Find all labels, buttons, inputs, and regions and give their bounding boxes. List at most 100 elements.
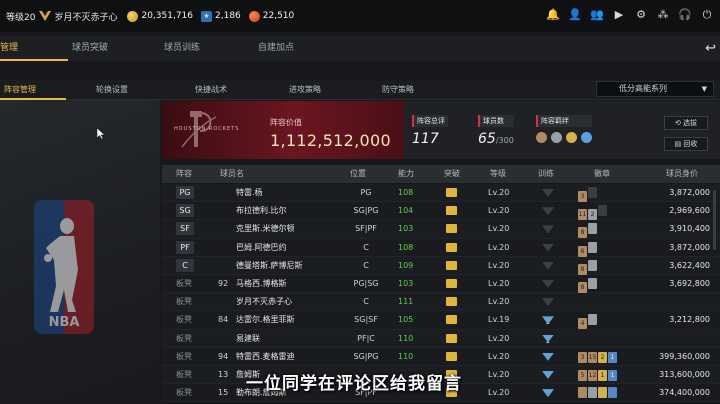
badge-icon[interactable]: 8 [578,227,587,239]
breakthrough-icon[interactable] [446,220,457,240]
header-badges[interactable]: 徽章 [594,165,610,183]
power-icon[interactable]: ⏻ [700,8,714,22]
badge-icon[interactable]: 1 [608,351,617,363]
table-row[interactable]: 板凳 岁月不灭赤子心 C 111 Lv.20 [162,293,720,313]
training-icon[interactable] [542,257,554,277]
player-name[interactable]: 特雷西.麦格雷迪 [236,348,295,366]
header-level[interactable]: 等级 [490,165,506,183]
header-name[interactable]: 球员名 [220,165,244,183]
header-salary[interactable]: 球员身价 [666,165,698,183]
subtab-quick-tactics[interactable]: 快捷战术 [162,79,258,100]
bond-icon[interactable] [566,132,577,143]
breakthrough-icon[interactable] [446,202,457,222]
friends-icon[interactable]: 👥 [590,8,604,22]
apps-icon[interactable]: ⁂ [656,8,670,22]
badge-icon[interactable]: 12 [588,369,597,381]
training-icon[interactable] [542,202,554,222]
player-name[interactable]: 特雷.杨 [236,184,263,202]
badge-icon[interactable]: 8 [578,263,587,275]
bond-icon[interactable] [551,132,562,143]
training-icon[interactable] [542,348,554,368]
player-name[interactable]: 布拉德利.比尔 [236,202,287,220]
badge-icon[interactable] [578,387,587,399]
tab-training[interactable]: 球员训练 [164,36,258,61]
table-row[interactable]: 板凳84达雷尔.格里菲斯SG|SF105Lv.19243,212,800 [162,311,720,331]
badges[interactable]: 3 15 2 1 [578,348,618,366]
gear-icon[interactable]: ⚙ [634,8,648,22]
header-training[interactable]: 训练 [538,165,554,183]
training-icon[interactable] [542,275,554,295]
headset-icon[interactable]: 🎧 [678,8,692,22]
header-ability[interactable]: 能力 [398,165,414,183]
player-name[interactable]: 德曼塔斯.萨博尼斯 [236,257,303,275]
subtab-rotation[interactable]: 轮换设置 [66,79,162,100]
training-icon[interactable] [542,184,554,204]
badge-icon[interactable]: 3 [578,351,587,363]
table-row[interactable]: C 德曼塔斯.萨博尼斯 C 109 Lv.20 8 3,622,400 [162,256,720,277]
header-breakthrough[interactable]: 突破 [444,165,460,183]
badge-icon[interactable]: 1 [598,369,607,381]
badge-icon[interactable]: 3 [578,191,587,202]
table-row[interactable]: 板凳 94 特雷西.麦格雷迪 SG|PG 110 Lv.20 3 15 2 1 399,360,00… [162,347,720,368]
badge-icon[interactable] [588,277,597,289]
badge-icon[interactable] [588,314,597,326]
subtab-defense[interactable]: 防守策略 [354,79,450,100]
badge-icon[interactable] [598,205,607,217]
badge-icon[interactable]: 4 [578,318,587,330]
table-scrollbar[interactable] [713,190,716,250]
person-icon[interactable]: 👤 [568,8,582,22]
table-row[interactable]: PG 特雷.杨 PG 108 Lv.20 3 3,872,000 [162,184,720,204]
badge-icon[interactable]: 2 [598,351,607,363]
badge-icon[interactable]: 1 [608,369,617,381]
badge-icon[interactable] [608,387,617,399]
breakthrough-icon[interactable] [446,275,457,295]
recycle-button[interactable]: ▤ 回收 [664,137,708,151]
table-row[interactable]: SG 布拉德利.比尔 SG|PG 104 Lv.20 11 2 2,969,600 [162,202,720,222]
badge-icon[interactable] [588,187,597,198]
breakthrough-icon[interactable] [446,239,457,259]
tab-manage[interactable]: 管理 [0,36,68,61]
badges[interactable]: 5 12 1 1 [578,366,618,384]
breakthrough-icon[interactable] [446,330,457,350]
header-position[interactable]: 位置 [350,165,366,183]
breakthrough-icon[interactable] [446,311,457,331]
player-name[interactable]: 易建联 [236,330,260,348]
filter-button[interactable]: ⟲ 选拔 [664,116,708,130]
badge-icon[interactable]: 2 [588,209,597,221]
series-dropdown[interactable]: 低分高能系列 ▼ [596,81,714,97]
badge-icon[interactable] [588,259,597,271]
badge-icon[interactable] [588,241,597,253]
table-row[interactable]: PF 巴姆.阿德巴约 C 108 Lv.20 6 3,872,000 [162,238,720,259]
badge-icon[interactable]: 5 [578,369,587,381]
bell-icon[interactable]: 🔔 [546,8,560,22]
training-icon[interactable] [542,366,554,386]
breakthrough-icon[interactable] [446,257,457,277]
badge-icon[interactable] [588,387,597,399]
breakthrough-icon[interactable] [446,348,457,368]
player-name[interactable]: 达雷尔.格里菲斯 [236,311,295,329]
back-arrow-icon[interactable]: ↩ [705,36,716,61]
training-icon[interactable] [542,220,554,240]
badge-icon[interactable]: 11 [578,209,587,221]
player-name[interactable]: 克里斯.米德尔顿 [236,220,295,238]
subtab-roster[interactable]: 阵容管理 [0,79,66,100]
breakthrough-icon[interactable] [446,293,457,313]
badge-icon[interactable]: 15 [588,351,597,363]
table-row[interactable]: 板凳 92 马格西.博格斯 PG|SG 103 Lv.20 8 3,692,800 [162,274,720,295]
tab-custom-points[interactable]: 自建加点 [258,36,352,61]
subtab-offense[interactable]: 进攻策略 [258,79,354,100]
header-lineup[interactable]: 阵容 [176,165,192,183]
training-icon[interactable] [542,293,554,313]
badges[interactable] [578,384,618,404]
breakthrough-icon[interactable] [446,184,457,204]
player-name[interactable]: 岁月不灭赤子心 [236,293,292,311]
bond-icon[interactable] [581,132,592,143]
table-row[interactable]: 板凳易建联PF|C110Lv.202 [162,329,720,350]
player-name[interactable]: 马格西.博格斯 [236,275,287,293]
training-icon[interactable] [542,384,554,404]
video-icon[interactable]: ▶ [612,8,626,22]
badge-icon[interactable]: 8 [578,281,587,293]
training-icon[interactable] [542,239,554,259]
tab-breakthrough[interactable]: 球员突破 [68,36,164,61]
badge-icon[interactable] [588,223,597,235]
